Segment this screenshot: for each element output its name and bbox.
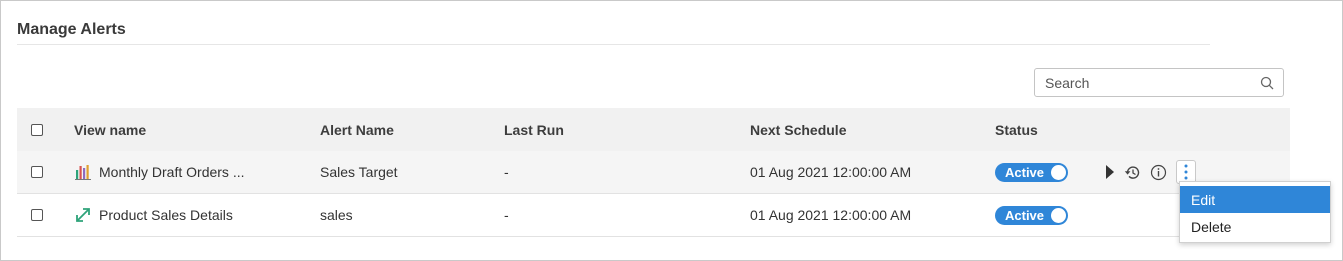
toggle-knob	[1051, 164, 1066, 180]
status-toggle[interactable]: Active	[995, 205, 1068, 225]
select-all-checkbox[interactable]	[31, 123, 43, 136]
menu-item-edit[interactable]: Edit	[1180, 186, 1330, 213]
history-button[interactable]	[1124, 164, 1141, 181]
status-label: Active	[1005, 164, 1045, 180]
search-icon[interactable]	[1260, 76, 1274, 90]
menu-item-delete[interactable]: Delete	[1180, 213, 1330, 240]
status-toggle[interactable]: Active	[995, 162, 1068, 182]
info-icon	[1150, 164, 1167, 180]
next-schedule-cell: 01 Aug 2021 12:00:00 AM	[750, 164, 912, 180]
view-name-link[interactable]: Monthly Draft Orders ...	[99, 164, 244, 180]
view-name-cell[interactable]: Product Sales Details	[74, 194, 233, 236]
title-divider	[17, 44, 1210, 45]
column-header-next-schedule[interactable]: Next Schedule	[750, 108, 846, 151]
row-checkbox[interactable]	[31, 209, 43, 221]
history-icon	[1124, 166, 1140, 179]
expand-arrows-icon	[76, 208, 90, 222]
row-checkbox[interactable]	[31, 166, 43, 178]
next-schedule-cell: 01 Aug 2021 12:00:00 AM	[750, 207, 912, 223]
last-run-cell: -	[504, 207, 509, 223]
play-icon	[1106, 165, 1114, 179]
page-title: Manage Alerts	[17, 21, 126, 38]
view-name-cell[interactable]: Monthly Draft Orders ...	[74, 151, 244, 193]
alert-name-cell: Sales Target	[320, 164, 398, 180]
run-now-button[interactable]	[1105, 165, 1115, 179]
table-row: Monthly Draft Orders ... Sales Target - …	[17, 151, 1290, 194]
toggle-knob	[1051, 207, 1066, 223]
more-vertical-icon	[1184, 164, 1188, 180]
search-input[interactable]	[1035, 69, 1255, 96]
last-run-cell: -	[504, 164, 509, 180]
column-header-view-name[interactable]: View name	[74, 108, 146, 151]
table-header: View name Alert Name Last Run Next Sched…	[17, 108, 1290, 151]
column-header-status[interactable]: Status	[995, 108, 1038, 151]
status-label: Active	[1005, 207, 1045, 223]
column-header-alert-name[interactable]: Alert Name	[320, 108, 394, 151]
search-box[interactable]	[1034, 68, 1284, 97]
row-context-menu: Edit Delete	[1179, 181, 1331, 243]
alert-name-cell: sales	[320, 207, 353, 223]
column-header-last-run[interactable]: Last Run	[504, 108, 564, 151]
info-button[interactable]	[1150, 164, 1167, 181]
view-name-link[interactable]: Product Sales Details	[99, 207, 233, 223]
table-row: Product Sales Details sales - 01 Aug 202…	[17, 194, 1290, 237]
bar-chart-icon	[75, 165, 91, 180]
